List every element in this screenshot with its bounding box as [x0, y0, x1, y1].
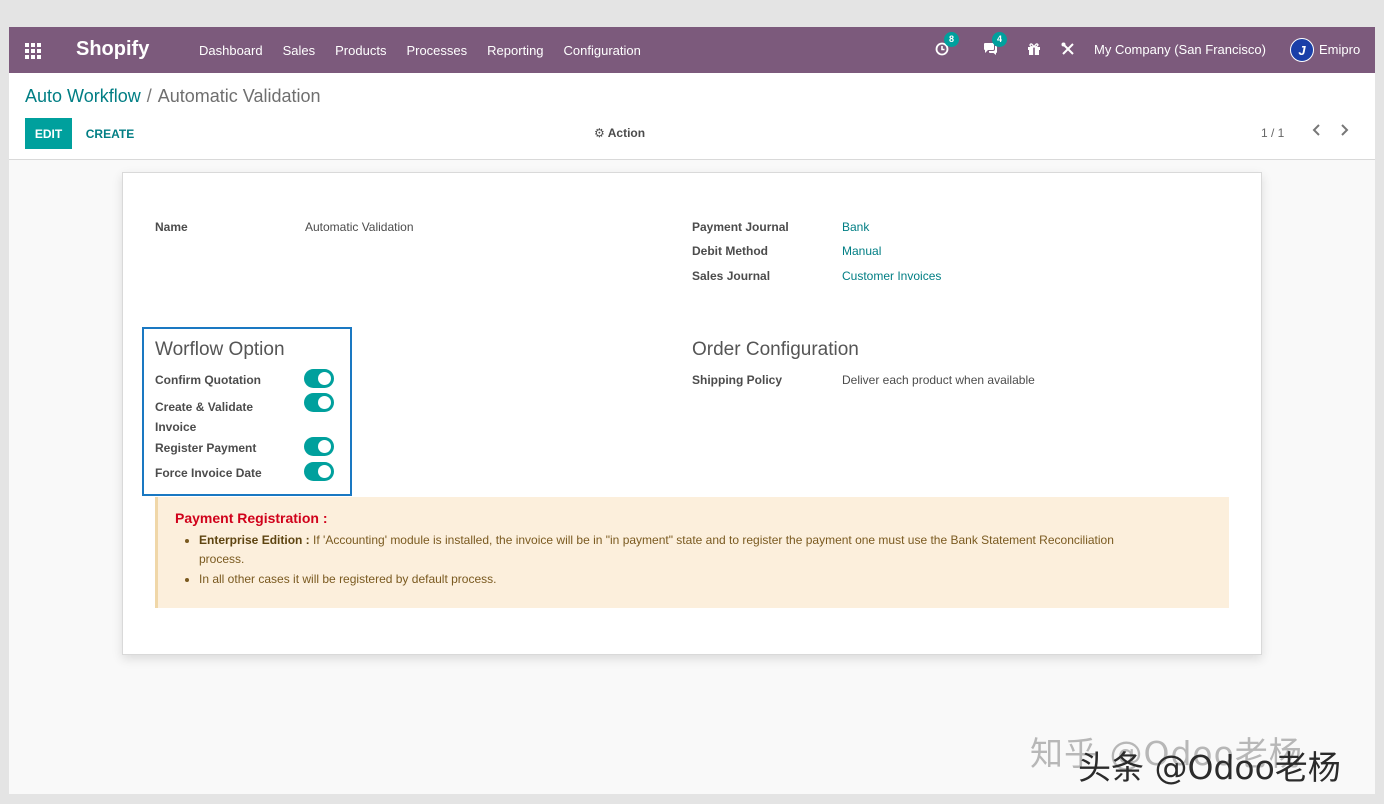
payment-journal-label: Payment Journal: [692, 220, 789, 234]
confirm-quotation-toggle[interactable]: [304, 369, 334, 388]
menu-dashboard[interactable]: Dashboard: [199, 43, 263, 58]
debit-method-link[interactable]: Manual: [842, 244, 881, 258]
gift-menu[interactable]: [1027, 27, 1041, 73]
shipping-policy-label: Shipping Policy: [692, 373, 783, 387]
activity-badge: 8: [944, 31, 959, 47]
form-sheet: Name Automatic Validation Payment Journa…: [122, 172, 1262, 655]
activity-menu[interactable]: 8: [935, 27, 959, 73]
alert-item-default-text: In all other cases it will be registered…: [199, 572, 497, 586]
gear-icon: ⚙: [594, 126, 605, 140]
action-label: Action: [607, 126, 646, 140]
alert-item-enterprise-text: If 'Accounting' module is installed, the…: [199, 533, 1114, 566]
create-validate-invoice-label: Create & Validate Invoice: [155, 400, 254, 434]
app-brand[interactable]: Shopify: [76, 38, 149, 61]
activity-clock-icon: 8: [935, 31, 959, 59]
gift-icon: [1027, 42, 1041, 59]
alert-item-enterprise-bold: Enterprise Edition :: [199, 533, 310, 547]
name-value: Automatic Validation: [305, 220, 414, 234]
alert-item-default: In all other cases it will be registered…: [199, 570, 1159, 589]
register-payment-toggle[interactable]: [304, 437, 334, 456]
main-menu: Dashboard Sales Products Processes Repor…: [199, 27, 661, 73]
pager-previous-icon[interactable]: [1312, 123, 1322, 141]
messaging-menu[interactable]: 4: [983, 27, 1007, 73]
messages-badge: 4: [992, 31, 1007, 47]
alert-list: Enterprise Edition : If 'Accounting' mod…: [199, 531, 1159, 590]
top-navbar: Shopify Dashboard Sales Products Process…: [9, 27, 1375, 73]
sales-journal-link[interactable]: Customer Invoices: [842, 269, 941, 283]
alert-title: Payment Registration :: [175, 510, 328, 526]
workflow-option-title: Worflow Option: [155, 339, 285, 360]
edit-button[interactable]: EDIT: [25, 118, 72, 149]
menu-sales[interactable]: Sales: [283, 43, 316, 58]
user-menu[interactable]: Emipro: [1319, 42, 1360, 57]
menu-reporting[interactable]: Reporting: [487, 43, 543, 58]
sales-journal-label: Sales Journal: [692, 269, 771, 283]
pager-value[interactable]: 1 / 1: [1261, 126, 1284, 140]
chat-icon: 4: [983, 31, 1007, 59]
menu-configuration[interactable]: Configuration: [564, 43, 641, 58]
watermark-toutiao: 头条 @Odoo老杨: [1078, 748, 1341, 787]
force-invoice-date-label: Force Invoice Date: [155, 466, 262, 480]
register-payment-label: Register Payment: [155, 441, 257, 455]
action-dropdown[interactable]: ⚙ Action: [594, 126, 645, 140]
company-switcher[interactable]: My Company (San Francisco): [1094, 42, 1266, 57]
order-configuration-title: Order Configuration: [692, 339, 859, 360]
apps-grid-icon[interactable]: [25, 43, 41, 59]
payment-journal-link[interactable]: Bank: [842, 220, 869, 234]
shipping-policy-value[interactable]: Deliver each product when available: [842, 373, 1035, 387]
breadcrumb-separator: /: [146, 86, 152, 106]
breadcrumb-current: Automatic Validation: [157, 86, 321, 106]
pager-next-icon[interactable]: [1339, 123, 1349, 141]
avatar[interactable]: J: [1290, 38, 1314, 62]
name-label: Name: [155, 220, 188, 234]
debit-method-label: Debit Method: [692, 244, 768, 258]
breadcrumb: Auto Workflow / Automatic Validation: [25, 86, 321, 107]
alert-item-enterprise: Enterprise Edition : If 'Accounting' mod…: [199, 531, 1159, 569]
payment-registration-alert: Payment Registration : Enterprise Editio…: [155, 497, 1229, 608]
debug-tools-menu[interactable]: [1061, 27, 1075, 73]
create-button[interactable]: CREATE: [75, 118, 145, 149]
menu-products[interactable]: Products: [335, 43, 386, 58]
app-window: Shopify Dashboard Sales Products Process…: [9, 27, 1375, 794]
menu-processes[interactable]: Processes: [406, 43, 467, 58]
breadcrumb-auto-workflow[interactable]: Auto Workflow: [25, 86, 141, 106]
control-panel: Auto Workflow / Automatic Validation EDIT …: [9, 73, 1375, 160]
create-validate-invoice-toggle[interactable]: [304, 393, 334, 412]
confirm-quotation-label: Confirm Quotation: [155, 373, 261, 387]
tools-icon: [1061, 42, 1075, 59]
force-invoice-date-toggle[interactable]: [304, 462, 334, 481]
